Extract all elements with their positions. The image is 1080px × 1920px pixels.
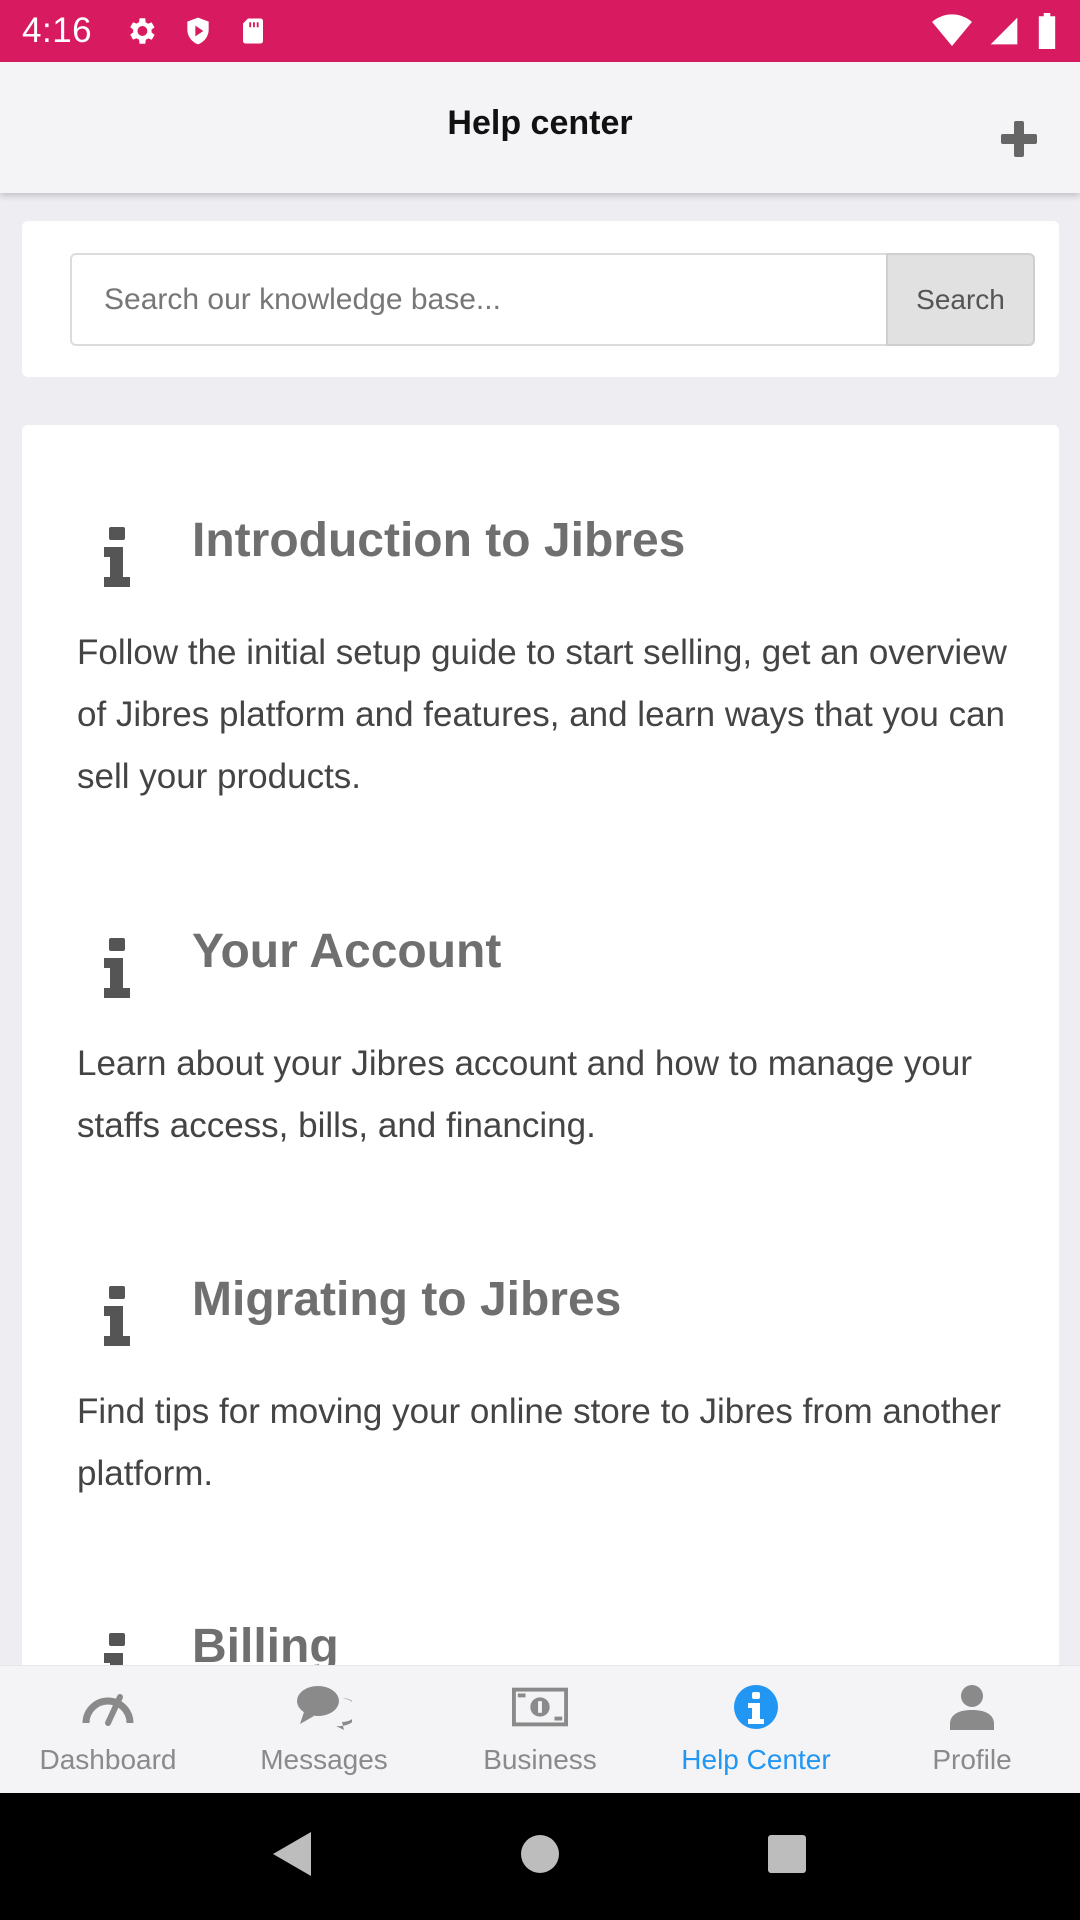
status-left-icons: [124, 14, 268, 48]
article-migrating[interactable]: Migrating to Jibres Find tips for moving…: [22, 1155, 1059, 1505]
info-icon: [104, 1633, 132, 1665]
nav-item-dashboard[interactable]: Dashboard: [0, 1666, 216, 1793]
recents-icon: [767, 1834, 807, 1879]
recents-button[interactable]: [752, 1822, 822, 1892]
info-icon: [104, 1286, 132, 1346]
nav-item-help-center[interactable]: Help Center: [648, 1666, 864, 1793]
system-navigation-bar: [0, 1793, 1080, 1920]
article-title: Billing: [192, 1620, 339, 1665]
article-your-account[interactable]: Your Account Learn about your Jibres acc…: [22, 795, 1059, 1155]
add-button[interactable]: [996, 118, 1042, 164]
home-icon: [520, 1834, 560, 1879]
gauge-icon: [80, 1682, 136, 1732]
info-icon: [104, 938, 132, 998]
status-bar: 4:16: [0, 0, 1080, 62]
status-right-icons: [932, 13, 1058, 49]
home-button[interactable]: [505, 1822, 575, 1892]
article-introduction[interactable]: Introduction to Jibres Follow the initia…: [22, 425, 1059, 796]
nav-item-messages[interactable]: Messages: [216, 1666, 432, 1793]
status-time: 4:16: [22, 11, 93, 50]
article-title: Migrating to Jibres: [192, 1273, 622, 1326]
nav-label: Help Center: [681, 1744, 831, 1775]
battery-icon: [1036, 13, 1058, 49]
nav-label: Profile: [932, 1744, 1012, 1775]
back-button[interactable]: [258, 1822, 328, 1892]
banknote-icon: [512, 1682, 568, 1732]
app-bar: Help center: [0, 62, 1080, 193]
bottom-navigation: Dashboard Messages Business Help Center …: [0, 1665, 1080, 1793]
nav-item-business[interactable]: Business: [432, 1666, 648, 1793]
info-icon: [104, 527, 132, 587]
article-description: Find tips for moving your online store t…: [77, 1392, 1002, 1493]
search-input[interactable]: [70, 253, 888, 346]
search-button[interactable]: Search: [886, 253, 1035, 346]
nav-label: Business: [483, 1744, 597, 1775]
articles-card: Introduction to Jibres Follow the initia…: [22, 425, 1059, 1665]
article-billing[interactable]: Billing: [22, 1505, 1059, 1665]
chat-bubbles-icon: [296, 1682, 352, 1732]
back-icon: [271, 1830, 315, 1883]
nav-label: Messages: [260, 1744, 388, 1775]
article-title: Introduction to Jibres: [192, 514, 686, 567]
article-title: Your Account: [192, 925, 502, 978]
nav-item-profile[interactable]: Profile: [864, 1666, 1080, 1793]
shield-icon: [182, 14, 214, 48]
article-description: Learn about your Jibres account and how …: [77, 1044, 973, 1145]
sd-card-icon: [238, 14, 268, 48]
signal-icon: [988, 14, 1020, 48]
nav-label: Dashboard: [39, 1744, 177, 1775]
plus-icon: [999, 119, 1039, 164]
wifi-icon: [932, 14, 972, 48]
page-title: Help center: [447, 104, 633, 142]
search-card: Search: [22, 221, 1059, 377]
article-description: Follow the initial setup guide to start …: [77, 633, 1007, 796]
gear-icon: [124, 14, 158, 48]
user-icon: [944, 1682, 1000, 1732]
info-circle-icon: [728, 1682, 784, 1732]
